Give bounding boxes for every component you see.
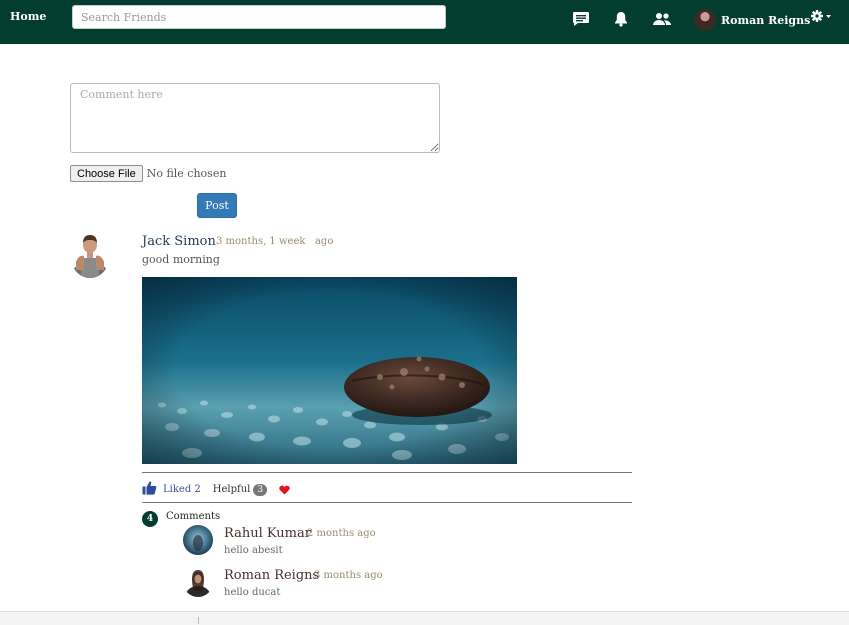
home-link[interactable]: Home <box>10 10 46 23</box>
user-menu[interactable]: Roman Reigns <box>694 9 810 31</box>
commenter-avatar[interactable] <box>183 525 213 555</box>
helpful-button[interactable]: Helpful 3 <box>212 483 268 496</box>
author-avatar[interactable] <box>70 232 110 278</box>
file-upload-row: Choose File No file chosen <box>70 165 226 182</box>
post-author[interactable]: Jack Simon <box>142 234 216 249</box>
post-text: good morning <box>142 253 220 266</box>
liked-count[interactable]: Liked 2 <box>163 484 201 495</box>
comment-author[interactable]: Roman Reigns <box>224 568 319 583</box>
comment-timestamp: 3 months ago <box>314 570 383 581</box>
search-friends-input[interactable] <box>72 5 446 29</box>
comment-text: hello abesit <box>224 545 283 556</box>
commenter-avatar[interactable] <box>183 567 213 597</box>
comment-timestamp: 2 months ago <box>307 528 376 539</box>
post-button[interactable]: Post <box>197 193 237 218</box>
file-status-text: No file chosen <box>146 167 227 180</box>
choose-file-button[interactable]: Choose File <box>70 165 143 182</box>
gear-icon <box>811 10 831 22</box>
friends-icon[interactable] <box>652 11 672 30</box>
helpful-label: Helpful <box>212 483 251 495</box>
post-image[interactable] <box>142 277 517 464</box>
bottom-scroll-bar <box>0 611 849 625</box>
user-avatar <box>694 9 716 31</box>
top-navbar: Home Roman Reigns <box>0 0 849 44</box>
helpful-count-badge: 3 <box>253 483 268 496</box>
comments-count-badge: 4 <box>142 511 158 527</box>
comment-author[interactable]: Rahul Kumar <box>224 526 311 541</box>
heart-icon[interactable] <box>279 480 290 499</box>
settings-dropdown[interactable] <box>811 9 833 28</box>
comment-text: hello ducat <box>224 587 281 598</box>
thumbs-up-icon[interactable] <box>142 480 157 499</box>
user-name: Roman Reigns <box>721 13 811 27</box>
comment-textarea[interactable] <box>70 83 440 153</box>
bell-icon[interactable] <box>614 11 628 31</box>
post-timestamp: 3 months, 1 week ago <box>216 236 334 247</box>
divider <box>142 472 632 473</box>
divider <box>198 617 199 624</box>
chat-icon[interactable] <box>572 11 590 31</box>
post-actions: Liked 2 Helpful 3 <box>142 480 290 499</box>
comments-label: Comments <box>166 511 221 522</box>
divider <box>142 502 632 503</box>
